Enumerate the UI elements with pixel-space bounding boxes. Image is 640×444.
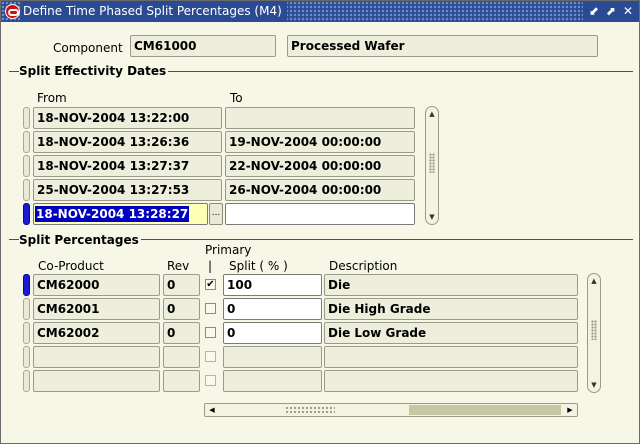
- primary-header-marker: |: [208, 259, 213, 273]
- from-date-field-active[interactable]: 18-NOV-2004 13:28:27: [33, 203, 208, 225]
- to-date-field[interactable]: 26-NOV-2004 00:00:00: [225, 179, 415, 201]
- coproduct-field[interactable]: CM62000: [33, 274, 160, 296]
- scroll-right-icon[interactable]: ▶: [564, 404, 576, 416]
- effectivity-section-title: Split Effectivity Dates: [19, 64, 169, 78]
- description-field: Die Low Grade: [324, 322, 578, 344]
- maximize-icon[interactable]: ⬈: [606, 1, 616, 22]
- coproduct-column-header: Co-Product: [38, 259, 104, 273]
- primary-checkbox[interactable]: [205, 351, 216, 362]
- scroll-down-icon[interactable]: ▼: [588, 380, 600, 390]
- primary-checkbox[interactable]: [205, 303, 216, 314]
- rev-field[interactable]: 0: [163, 322, 200, 344]
- split-percent-field[interactable]: [223, 370, 322, 392]
- selected-text: 18-NOV-2004 13:28:27: [35, 206, 190, 222]
- component-label: Component: [53, 41, 123, 55]
- rev-field[interactable]: 0: [163, 298, 200, 320]
- split-percent-field[interactable]: [223, 346, 322, 368]
- scroll-down-icon[interactable]: ▼: [426, 212, 438, 222]
- primary-header: Primary: [205, 243, 252, 257]
- to-date-field[interactable]: 22-NOV-2004 00:00:00: [225, 155, 415, 177]
- coproduct-field[interactable]: [33, 370, 160, 392]
- scroll-up-icon[interactable]: ▲: [588, 276, 600, 286]
- from-date-field[interactable]: 18-NOV-2004 13:22:00: [33, 107, 222, 129]
- oracle-logo-icon[interactable]: [5, 4, 20, 19]
- row-selector[interactable]: [23, 298, 30, 320]
- rev-field[interactable]: [163, 370, 200, 392]
- close-icon[interactable]: ✕: [623, 1, 633, 22]
- row-selector[interactable]: [23, 370, 30, 392]
- scroll-grip-icon: [429, 153, 435, 173]
- effectivity-vertical-scrollbar[interactable]: ▲ ▼: [425, 106, 439, 225]
- title-bar[interactable]: Define Time Phased Split Percentages (M4…: [1, 1, 639, 22]
- rev-column-header: Rev: [167, 259, 190, 273]
- percentages-horizontal-scrollbar[interactable]: ◀ ▶: [204, 403, 578, 417]
- coproduct-field[interactable]: CM62002: [33, 322, 160, 344]
- rev-field[interactable]: 0: [163, 274, 200, 296]
- split-percent-field[interactable]: 0: [223, 322, 322, 344]
- row-selector[interactable]: [23, 107, 30, 129]
- percentages-vertical-scrollbar[interactable]: ▲ ▼: [587, 273, 601, 393]
- coproduct-field[interactable]: CM62001: [33, 298, 160, 320]
- to-date-field[interactable]: 19-NOV-2004 00:00:00: [225, 131, 415, 153]
- split-percent-field[interactable]: 0: [223, 298, 322, 320]
- description-column-header: Description: [329, 259, 398, 273]
- row-selector[interactable]: [23, 179, 30, 201]
- description-field: Die High Grade: [324, 298, 578, 320]
- primary-checkbox[interactable]: ✔: [205, 279, 216, 290]
- window-title: Define Time Phased Split Percentages (M4…: [21, 1, 287, 22]
- to-column-header: To: [230, 91, 243, 105]
- split-column-header: Split ( % ): [229, 259, 288, 273]
- row-selector[interactable]: [23, 322, 30, 344]
- from-date-field[interactable]: 18-NOV-2004 13:26:36: [33, 131, 222, 153]
- row-selector[interactable]: [23, 155, 30, 177]
- component-description-field[interactable]: Processed Wafer: [287, 35, 598, 57]
- component-code-field[interactable]: CM61000: [130, 35, 276, 57]
- scroll-left-icon[interactable]: ◀: [206, 404, 218, 416]
- primary-checkbox[interactable]: [205, 327, 216, 338]
- split-percent-field[interactable]: 100: [223, 274, 322, 296]
- scroll-grip-icon: [591, 320, 597, 340]
- horizontal-scroll-thumb[interactable]: [409, 405, 561, 415]
- window-controls: ⬋ ⬈ ✕: [582, 1, 639, 22]
- window: Define Time Phased Split Percentages (M4…: [0, 0, 640, 444]
- list-of-values-button[interactable]: ...: [209, 203, 223, 225]
- row-selector-active[interactable]: [23, 274, 30, 296]
- percentages-section-title: Split Percentages: [19, 233, 141, 247]
- row-selector[interactable]: [23, 346, 30, 368]
- scroll-up-icon[interactable]: ▲: [426, 109, 438, 119]
- coproduct-field[interactable]: [33, 346, 160, 368]
- from-date-field[interactable]: 25-NOV-2004 13:27:53: [33, 179, 222, 201]
- description-field: Die: [324, 274, 578, 296]
- from-date-field[interactable]: 18-NOV-2004 13:27:37: [33, 155, 222, 177]
- scroll-grip-icon: [285, 406, 335, 414]
- to-date-field[interactable]: [225, 203, 415, 225]
- minimize-icon[interactable]: ⬋: [589, 1, 599, 22]
- from-column-header: From: [37, 91, 67, 105]
- row-selector[interactable]: [23, 131, 30, 153]
- row-selector-active[interactable]: [23, 203, 30, 225]
- primary-checkbox[interactable]: [205, 375, 216, 386]
- description-field: [324, 346, 578, 368]
- to-date-field[interactable]: [225, 107, 415, 129]
- description-field: [324, 370, 578, 392]
- rev-field[interactable]: [163, 346, 200, 368]
